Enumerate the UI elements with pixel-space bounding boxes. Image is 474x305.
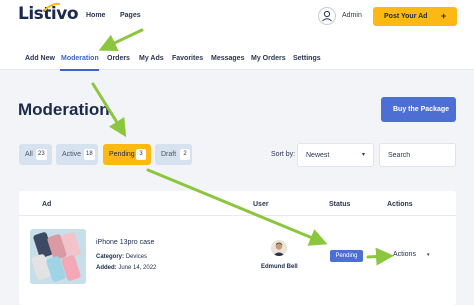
tab-my-orders[interactable]: My Orders <box>251 55 286 62</box>
tab-moderation[interactable]: Moderation <box>61 55 99 62</box>
logo-swoosh-icon <box>44 2 60 11</box>
user-icon[interactable] <box>318 7 336 25</box>
filter-count: 18 <box>84 149 95 160</box>
header-divider <box>19 215 456 216</box>
column-header-status: Status <box>329 201 351 208</box>
tab-messages[interactable]: Messages <box>211 55 244 62</box>
status-badge: Pending <box>330 250 363 262</box>
sort-label: Sort by: <box>271 151 296 158</box>
tab-settings[interactable]: Settings <box>293 55 321 62</box>
filter-all[interactable]: All 23 <box>19 144 52 165</box>
filter-active[interactable]: Active 18 <box>56 144 98 165</box>
filter-count: 3 <box>136 149 146 160</box>
filter-label: Active <box>62 151 82 158</box>
avatar[interactable] <box>271 240 287 256</box>
page-title: Moderation <box>18 100 110 119</box>
filter-label: Draft <box>161 151 177 158</box>
filter-pending[interactable]: Pending 3 <box>103 144 151 165</box>
category-label: Category: <box>96 254 125 260</box>
tab-favorites[interactable]: Favorites <box>172 55 203 62</box>
sort-select[interactable]: Newest ▾ <box>297 143 374 167</box>
user-label[interactable]: Admin <box>342 12 362 19</box>
category-value: Devices <box>125 254 148 260</box>
tab-my-ads[interactable]: My Ads <box>139 55 164 62</box>
added-value: June 14, 2022 <box>118 265 157 271</box>
buy-package-button[interactable]: Buy the Package <box>381 97 456 122</box>
chevron-down-icon: ▾ <box>362 152 366 158</box>
active-tab-indicator <box>60 69 99 71</box>
sort-value: Newest <box>306 152 330 159</box>
tab-orders[interactable]: Orders <box>107 55 130 62</box>
nav-home[interactable]: Home <box>86 12 105 19</box>
filter-draft[interactable]: Draft 2 <box>155 144 192 165</box>
column-header-actions: Actions <box>387 201 413 208</box>
column-header-user: User <box>253 201 269 208</box>
user-photo-icon <box>271 240 287 256</box>
phone-cases-image <box>30 229 86 284</box>
nav-pages[interactable]: Pages <box>120 12 141 19</box>
chevron-down-icon[interactable]: ▾ <box>427 252 430 258</box>
buy-package-label: Buy the Package <box>393 106 450 113</box>
ad-title[interactable]: iPhone 13pro case <box>96 239 154 246</box>
post-ad-button[interactable]: Post Your Ad + <box>373 7 457 26</box>
user-name: Edmund Bell <box>261 264 298 270</box>
filter-count: 2 <box>180 149 190 160</box>
search-input[interactable] <box>379 143 456 167</box>
filter-label: All <box>25 151 33 158</box>
filter-count: 23 <box>36 149 47 160</box>
dashboard-tabs: Add New Moderation Orders My Ads Favorit… <box>0 40 474 71</box>
actions-dropdown[interactable]: Actions <box>393 251 416 258</box>
ad-thumbnail[interactable] <box>30 229 86 284</box>
filter-label: Pending <box>109 151 135 158</box>
tab-add-new[interactable]: Add New <box>25 55 55 62</box>
user-glyph-icon <box>322 10 332 22</box>
ads-table: Ad User Status Actions iPhone 13pro case… <box>19 191 456 305</box>
column-header-ad: Ad <box>42 201 52 208</box>
ad-category: Category: Devices <box>96 254 147 260</box>
plus-icon: + <box>441 11 447 21</box>
post-ad-label: Post Your Ad <box>384 13 428 20</box>
header: Listivo Home Pages Admin Post Your Ad + <box>0 0 474 40</box>
added-label: Added: <box>96 265 117 271</box>
ad-added-date: Added: June 14, 2022 <box>96 265 156 271</box>
